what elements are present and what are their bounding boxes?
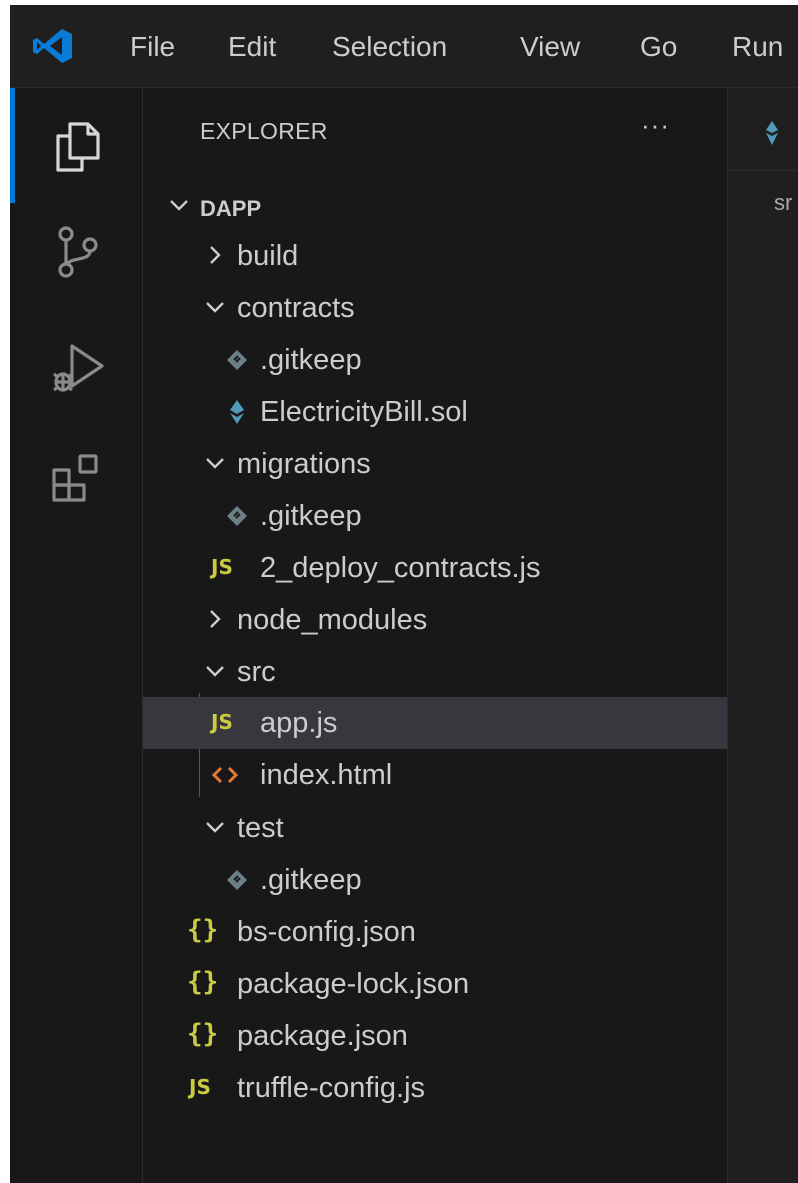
title-bar: File Edit Selection View Go Run xyxy=(10,5,798,88)
tree-item-label: ElectricityBill.sol xyxy=(260,396,468,428)
tree-file-electricitybill-sol[interactable]: ElectricityBill.sol xyxy=(143,386,727,438)
menu-go[interactable]: Go xyxy=(640,31,677,63)
tree-item-label: .gitkeep xyxy=(260,500,362,532)
tree-file-bs-config-json[interactable]: {} bs-config.json xyxy=(143,906,727,958)
chevron-down-icon xyxy=(206,666,224,677)
menu-edit[interactable]: Edit xyxy=(228,31,276,63)
solidity-file-icon xyxy=(230,400,244,424)
json-file-icon: {} xyxy=(187,967,219,997)
tree-item-label: truffle-config.js xyxy=(237,1072,426,1104)
explorer-title: EXPLORER xyxy=(200,118,328,144)
tree-folder-migrations[interactable]: migrations xyxy=(143,438,727,490)
tree-item-label: src xyxy=(237,656,276,688)
tree-file-gitkeep[interactable]: .gitkeep xyxy=(143,854,727,906)
tree-item-label: app.js xyxy=(260,707,338,739)
chevron-down-icon xyxy=(170,200,188,211)
chevron-right-icon xyxy=(210,610,221,628)
menu-run[interactable]: Run xyxy=(732,31,783,63)
tree-root-label: DAPP xyxy=(200,196,262,221)
html-file-icon xyxy=(211,766,239,784)
tree-root-dapp[interactable]: DAPP xyxy=(143,179,727,231)
source-control-icon[interactable] xyxy=(48,223,106,281)
chevron-down-icon xyxy=(206,822,224,833)
run-debug-icon[interactable] xyxy=(48,338,106,396)
editor-area: sr xyxy=(728,88,798,1183)
chevron-down-icon xyxy=(206,302,224,313)
tree-item-label: migrations xyxy=(237,448,371,480)
activity-bar xyxy=(10,88,143,1183)
tree-file-gitkeep[interactable]: .gitkeep xyxy=(143,334,727,386)
tree-item-label: package.json xyxy=(237,1020,408,1052)
chevron-down-icon xyxy=(206,458,224,469)
tree-item-label: test xyxy=(237,812,284,844)
menu-selection[interactable]: Selection xyxy=(332,31,447,63)
js-file-icon: JS xyxy=(211,555,233,579)
tree-file-package-json[interactable]: {} package.json xyxy=(143,1010,727,1062)
tree-file-truffle-config-js[interactable]: JS truffle-config.js xyxy=(143,1062,727,1114)
tree-item-label: contracts xyxy=(237,292,355,324)
tree-item-label: node_modules xyxy=(237,604,428,636)
json-file-icon: {} xyxy=(187,1019,219,1049)
tree-file-gitkeep[interactable]: .gitkeep xyxy=(143,490,727,542)
breadcrumb[interactable]: sr xyxy=(774,190,792,216)
active-view-indicator xyxy=(10,88,15,203)
extensions-icon[interactable] xyxy=(48,448,106,506)
vscode-logo-icon xyxy=(33,29,72,63)
explorer-sidebar: EXPLORER ··· DAPP build contracts .gitke… xyxy=(143,88,728,1183)
more-actions-icon[interactable]: ··· xyxy=(641,110,670,141)
files-icon[interactable] xyxy=(48,118,106,176)
tree-file-app-js[interactable]: JS app.js xyxy=(143,697,727,749)
tree-file-index-html[interactable]: index.html xyxy=(143,749,727,801)
solidity-file-icon xyxy=(766,121,778,145)
js-file-icon: JS xyxy=(189,1075,211,1099)
gitkeep-file-icon xyxy=(227,506,247,526)
tree-file-deploy-contracts-js[interactable]: JS 2_deploy_contracts.js xyxy=(143,542,727,594)
js-file-icon: JS xyxy=(211,710,233,734)
json-file-icon: {} xyxy=(187,915,219,945)
tree-folder-contracts[interactable]: contracts xyxy=(143,282,727,334)
menu-view[interactable]: View xyxy=(520,31,580,63)
tree-item-label: build xyxy=(237,240,299,272)
tree-item-label: bs-config.json xyxy=(237,916,416,948)
tree-item-label: .gitkeep xyxy=(260,864,362,896)
gitkeep-file-icon xyxy=(227,350,247,370)
tree-file-package-lock-json[interactable]: {} package-lock.json xyxy=(143,958,727,1010)
gitkeep-file-icon xyxy=(227,870,247,890)
chevron-right-icon xyxy=(210,246,221,264)
editor-tab[interactable] xyxy=(728,88,798,171)
tree-item-label: package-lock.json xyxy=(237,968,470,1000)
tree-item-label: index.html xyxy=(260,759,393,791)
tree-folder-node-modules[interactable]: node_modules xyxy=(143,594,727,646)
tree-item-label: .gitkeep xyxy=(260,344,362,376)
menu-file[interactable]: File xyxy=(130,31,175,63)
vscode-window: File Edit Selection View Go Run EXPLORER… xyxy=(10,5,798,1183)
tree-folder-src[interactable]: src xyxy=(143,646,727,698)
tree-folder-test[interactable]: test xyxy=(143,802,727,854)
tree-item-label: 2_deploy_contracts.js xyxy=(260,552,541,584)
tree-folder-build[interactable]: build xyxy=(143,230,727,282)
